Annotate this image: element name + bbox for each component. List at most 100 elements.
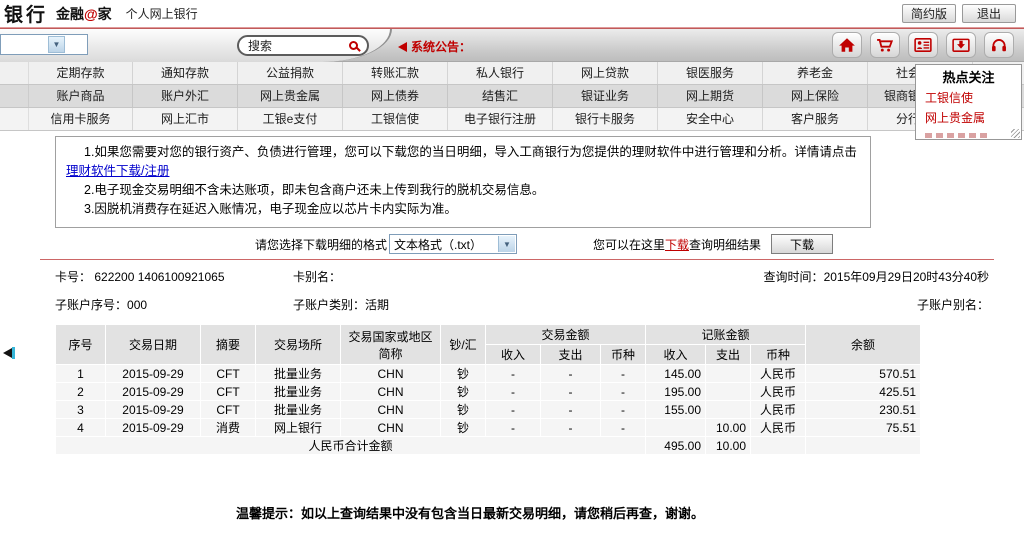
table-row: 2 2015-09-29 CFT 批量业务 CHN 钞 - - - 195.00… xyxy=(56,383,921,401)
download-hint-pre: 您可以在这里 xyxy=(593,236,665,253)
site-subtitle: 个人网上银行 xyxy=(126,5,198,22)
download-format-group: 请您选择下载明细的格式 文本格式（.txt） ▼ xyxy=(255,234,517,254)
download-hint-post: 查询明细结果 xyxy=(689,236,761,253)
account-info: 卡号： 622200 1406100921065 卡别名： 查询时间：2015年… xyxy=(55,266,989,314)
finance-software-link[interactable]: 理财软件下载/注册 xyxy=(66,164,169,178)
cell-book-currency: 人民币 xyxy=(751,419,806,437)
header-buttons: 简约版 退出 xyxy=(902,4,1016,23)
menu-item[interactable]: 工银e支付 xyxy=(238,108,343,130)
menu-item[interactable]: 通知存款 xyxy=(133,62,238,84)
menu-item[interactable]: 公益捐款 xyxy=(238,62,343,84)
inbox-button[interactable] xyxy=(946,32,976,58)
notice-line-3: 3.因脱机消费存在延迟入账情况，电子现金应以芯片卡内实际为准。 xyxy=(66,200,860,219)
cart-button[interactable] xyxy=(870,32,900,58)
menu-item[interactable]: 账户外汇 xyxy=(133,85,238,107)
sidebar-collapse-handle[interactable] xyxy=(3,347,15,359)
cell-book-expense xyxy=(706,383,751,401)
menu-item[interactable]: 银行卡服务 xyxy=(553,108,658,130)
menu-item[interactable]: 网上债券 xyxy=(343,85,448,107)
top-header: 银行 金融@家 个人网上银行 简约版 退出 xyxy=(0,0,1024,27)
table-row: 3 2015-09-29 CFT 批量业务 CHN 钞 - - - 155.00… xyxy=(56,401,921,419)
account-info-row-2: 子账户序号：000 子账户类别：活期 子账户别名： xyxy=(55,294,989,314)
hot-link[interactable]: 工银信使 xyxy=(916,86,1021,106)
table-total-row: 人民币合计金额 495.00 10.00 xyxy=(56,437,921,455)
cell-book-expense xyxy=(706,401,751,419)
logout-button[interactable]: 退出 xyxy=(962,4,1016,23)
menu-item[interactable]: 网上期货 xyxy=(658,85,763,107)
menu-item[interactable]: 结售汇 xyxy=(448,85,553,107)
menu-item[interactable]: 养老金 xyxy=(763,62,868,84)
cell-txn-currency: - xyxy=(601,419,646,437)
menu-item[interactable]: 电子银行注册 xyxy=(448,108,553,130)
cell-book-currency: 人民币 xyxy=(751,365,806,383)
cell-country: CHN xyxy=(341,365,441,383)
customer-service-button[interactable] xyxy=(984,32,1014,58)
cell-book-income: 155.00 xyxy=(646,401,706,419)
search-placeholder: 搜索 xyxy=(248,37,272,54)
chevron-down-icon[interactable]: ▼ xyxy=(498,236,515,252)
chevron-down-icon[interactable]: ▼ xyxy=(48,36,65,53)
cell-book-expense: 10.00 xyxy=(706,419,751,437)
subaccount-seq: 子账户序号：000 xyxy=(55,296,293,313)
toolbar: ▼ 搜索 系统公告： xyxy=(0,29,1024,62)
cell-book-currency: 人民币 xyxy=(751,401,806,419)
menu-item[interactable]: 定期存款 xyxy=(28,62,133,84)
search-input[interactable]: 搜索 xyxy=(237,35,369,56)
total-label: 人民币合计金额 xyxy=(56,437,646,455)
download-bar: 请您选择下载明细的格式 文本格式（.txt） ▼ 您可以在这里 下载 查询明细结… xyxy=(255,234,833,254)
download-format-select[interactable]: 文本格式（.txt） ▼ xyxy=(389,234,517,254)
cell-txn-income: - xyxy=(486,401,541,419)
col-balance: 余额 xyxy=(806,325,921,365)
cell-txn-expense: - xyxy=(541,401,601,419)
resize-handle-icon[interactable] xyxy=(1011,129,1020,138)
cell-place: 批量业务 xyxy=(256,383,341,401)
query-time: 查询时间：2015年09月29日20时43分40秒 xyxy=(764,268,989,285)
notice-box: 1.如果您需要对您的银行资产、负债进行管理，您可以下载您的当日明细，导入工商银行… xyxy=(55,136,871,228)
menu-item[interactable]: 信用卡服务 xyxy=(28,108,133,130)
total-income: 495.00 xyxy=(646,437,706,455)
cell-country: CHN xyxy=(341,383,441,401)
menu-item[interactable]: 网上贵金属 xyxy=(238,85,343,107)
contacts-button[interactable] xyxy=(908,32,938,58)
menu-item[interactable]: 银证业务 xyxy=(553,85,658,107)
cell-balance: 230.51 xyxy=(806,401,921,419)
menu-item[interactable]: 银医服务 xyxy=(658,62,763,84)
home-button[interactable] xyxy=(832,32,862,58)
menu-item[interactable]: 网上汇市 xyxy=(133,108,238,130)
cell-place: 批量业务 xyxy=(256,401,341,419)
cell-seq: 4 xyxy=(56,419,106,437)
cell-txn-income: - xyxy=(486,365,541,383)
speaker-icon xyxy=(398,42,407,52)
cell-date: 2015-09-29 xyxy=(106,401,201,419)
menu-item[interactable]: 账户商品 xyxy=(28,85,133,107)
cell-txn-currency: - xyxy=(601,383,646,401)
hot-topics-panel: 热点关注 工银信使 网上贵金属 xyxy=(915,64,1022,140)
col-place: 交易场所 xyxy=(256,325,341,365)
cell-txn-expense: - xyxy=(541,419,601,437)
cell-book-currency: 人民币 xyxy=(751,383,806,401)
download-button[interactable]: 下载 xyxy=(771,234,833,254)
personal-online-banking-page: 银行 金融@家 个人网上银行 简约版 退出 ▼ 搜索 系统公告： xyxy=(0,0,1024,541)
cell-summary: CFT xyxy=(201,383,256,401)
hot-link[interactable]: 网上贵金属 xyxy=(916,106,1021,126)
simple-version-button[interactable]: 简约版 xyxy=(902,4,956,23)
search-icon[interactable] xyxy=(349,41,358,50)
col-group-booked-amount: 记账金额 xyxy=(646,325,806,345)
menu-row-1: 定期存款 通知存款 公益捐款 转账汇款 私人银行 网上贷款 银医服务 养老金 社… xyxy=(0,62,1024,85)
menu-item[interactable]: 转账汇款 xyxy=(343,62,448,84)
menu-item[interactable]: 网上保险 xyxy=(763,85,868,107)
menu-item[interactable]: 客户服务 xyxy=(763,108,868,130)
section-divider xyxy=(40,259,994,260)
cell-seq: 1 xyxy=(56,365,106,383)
col-txn-expense: 支出 xyxy=(541,345,601,365)
col-txn-income: 收入 xyxy=(486,345,541,365)
menu-item[interactable]: 网上贷款 xyxy=(553,62,658,84)
download-hint-link[interactable]: 下载 xyxy=(665,236,689,253)
quick-nav-select[interactable]: ▼ xyxy=(0,34,88,55)
table-row: 1 2015-09-29 CFT 批量业务 CHN 钞 - - - 145.00… xyxy=(56,365,921,383)
menu-item[interactable]: 安全中心 xyxy=(658,108,763,130)
menu-item[interactable]: 私人银行 xyxy=(448,62,553,84)
system-notice: 系统公告： xyxy=(398,38,471,55)
cell-book-income: 195.00 xyxy=(646,383,706,401)
menu-item[interactable]: 工银信使 xyxy=(343,108,448,130)
